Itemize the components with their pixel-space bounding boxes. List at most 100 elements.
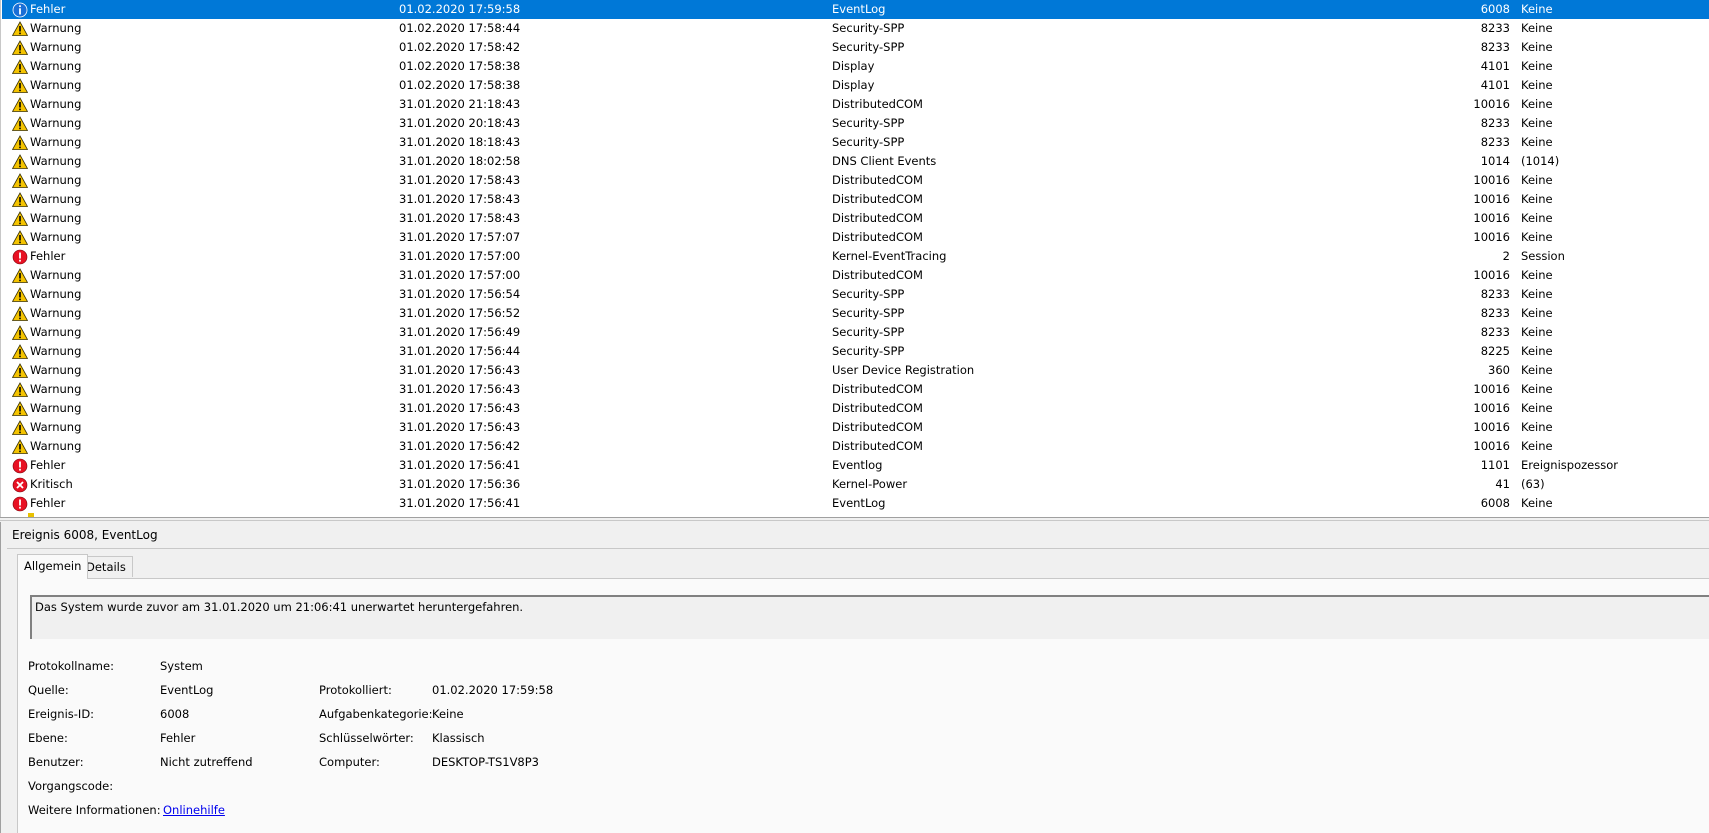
log-name-value: System bbox=[160, 659, 203, 673]
computer-value: DESKTOP-TS1V8P3 bbox=[432, 755, 539, 769]
event-id: 10016 bbox=[1473, 401, 1510, 415]
event-row[interactable]: Fehler 31.01.2020 17:56:41 EventLog 6008 Kei… bbox=[2, 494, 1709, 513]
event-category: (1014) bbox=[1521, 154, 1560, 168]
event-date: 31.01.2020 18:02:58 bbox=[399, 154, 521, 168]
user-value: Nicht zutreffend bbox=[160, 755, 253, 769]
event-id: 4101 bbox=[1480, 78, 1510, 92]
event-id: 10016 bbox=[1473, 173, 1510, 187]
event-row[interactable]: Warnung 31.01.2020 17:56:43 DistributedCOM… bbox=[2, 380, 1709, 399]
event-category: (63) bbox=[1521, 477, 1545, 491]
event-id: 8233 bbox=[1480, 135, 1510, 149]
logged-label: Protokolliert: bbox=[319, 683, 392, 697]
event-source: EventLog bbox=[832, 2, 886, 16]
event-date: 31.01.2020 17:57:00 bbox=[399, 268, 521, 282]
event-row[interactable]: Warnung 31.01.2020 17:56:43 User Device Re… bbox=[2, 361, 1709, 380]
event-message-box[interactable]: Das System wurde zuvor am 31.01.2020 um … bbox=[30, 595, 1709, 639]
event-category: Keine bbox=[1521, 382, 1553, 396]
event-row[interactable]: Warnung 31.01.2020 17:56:54 Security-SPP 82… bbox=[2, 285, 1709, 304]
event-category: Keine bbox=[1521, 420, 1553, 434]
event-category: Ereignispozessor bbox=[1521, 458, 1618, 472]
keywords-label: Schlüsselwörter: bbox=[319, 731, 414, 745]
event-date: 31.01.2020 17:57:07 bbox=[399, 230, 521, 244]
warning-icon bbox=[11, 268, 29, 284]
event-id: 6008 bbox=[1480, 496, 1510, 510]
event-row[interactable]: Warnung 31.01.2020 17:57:07 DistributedCOM… bbox=[2, 228, 1709, 247]
event-source: DistributedCOM bbox=[832, 211, 923, 225]
event-level: Warnung bbox=[30, 192, 82, 206]
event-id: 8233 bbox=[1480, 325, 1510, 339]
keywords-value: Klassisch bbox=[432, 731, 485, 745]
event-date: 31.01.2020 17:56:41 bbox=[399, 496, 521, 510]
event-source: Security-SPP bbox=[832, 116, 905, 130]
event-row[interactable]: Warnung 31.01.2020 17:57:00 DistributedCOM… bbox=[2, 266, 1709, 285]
event-date: 31.01.2020 17:56:54 bbox=[399, 287, 521, 301]
event-level: Warnung bbox=[30, 401, 82, 415]
event-row[interactable]: Warnung 01.02.2020 17:58:38 Display 4101 Kei… bbox=[2, 76, 1709, 95]
event-category: Keine bbox=[1521, 78, 1553, 92]
event-row[interactable]: Warnung 31.01.2020 17:58:43 DistributedCOM… bbox=[2, 209, 1709, 228]
event-row[interactable]: Warnung 31.01.2020 17:56:43 DistributedCOM… bbox=[2, 399, 1709, 418]
event-row[interactable]: Warnung 31.01.2020 20:18:43 Security-SPP 82… bbox=[2, 114, 1709, 133]
computer-label: Computer: bbox=[319, 755, 380, 769]
warning-icon bbox=[11, 154, 29, 170]
event-date: 31.01.2020 18:18:43 bbox=[399, 135, 521, 149]
event-id: 8233 bbox=[1480, 116, 1510, 130]
event-level: Fehler bbox=[30, 249, 66, 263]
event-row[interactable]: Warnung 01.02.2020 17:58:44 Security-SPP 82… bbox=[2, 19, 1709, 38]
opcode-label: Vorgangscode: bbox=[28, 779, 114, 793]
event-row[interactable]: Warnung 31.01.2020 17:56:43 DistributedCOM… bbox=[2, 418, 1709, 437]
event-date: 01.02.2020 17:58:38 bbox=[399, 78, 521, 92]
event-row[interactable]: Warnung 31.01.2020 18:18:43 Security-SPP 82… bbox=[2, 133, 1709, 152]
event-row[interactable]: Warnung 31.01.2020 17:56:44 Security-SPP 82… bbox=[2, 342, 1709, 361]
event-source: DistributedCOM bbox=[832, 268, 923, 282]
event-level: Warnung bbox=[30, 344, 82, 358]
event-row[interactable]: Warnung 31.01.2020 17:56:42 DistributedCOM… bbox=[2, 437, 1709, 456]
event-id-label: Ereignis-ID: bbox=[28, 707, 95, 721]
warning-icon bbox=[11, 363, 29, 379]
event-category: Keine bbox=[1521, 21, 1553, 35]
event-row[interactable]: Warnung 31.01.2020 21:18:43 DistributedCOM… bbox=[2, 95, 1709, 114]
event-id: 10016 bbox=[1473, 420, 1510, 434]
source-label: Quelle: bbox=[28, 683, 69, 697]
event-row[interactable]: Warnung 31.01.2020 17:56:52 Security-SPP 82… bbox=[2, 304, 1709, 323]
event-row[interactable]: Fehler 01.02.2020 17:59:58 EventLog 6008 Kei… bbox=[2, 0, 1709, 19]
event-level: Warnung bbox=[30, 268, 82, 282]
event-category: Keine bbox=[1521, 59, 1553, 73]
event-date: 31.01.2020 17:56:41 bbox=[399, 458, 521, 472]
event-source: DistributedCOM bbox=[832, 439, 923, 453]
level-value: Fehler bbox=[160, 731, 196, 745]
event-row[interactable]: Warnung 31.01.2020 17:58:43 DistributedCOM… bbox=[2, 171, 1709, 190]
event-source: Security-SPP bbox=[832, 21, 905, 35]
event-date: 01.02.2020 17:58:42 bbox=[399, 40, 521, 54]
error-icon bbox=[12, 496, 28, 512]
event-level: Fehler bbox=[30, 2, 66, 16]
event-level: Warnung bbox=[30, 97, 82, 111]
event-row[interactable]: Fehler 31.01.2020 17:57:00 Kernel-EventTra… bbox=[2, 247, 1709, 266]
event-level: Warnung bbox=[30, 78, 82, 92]
event-date: 31.01.2020 17:58:43 bbox=[399, 173, 521, 187]
event-detail-pane: Ereignis 6008, EventLog Allgemein Detail… bbox=[0, 522, 1709, 833]
event-id: 10016 bbox=[1473, 439, 1510, 453]
online-help-link[interactable]: Onlinehilfe bbox=[163, 803, 225, 817]
event-id: 8225 bbox=[1480, 344, 1510, 358]
event-source: Kernel-EventTracing bbox=[832, 249, 947, 263]
event-date: 31.01.2020 17:56:43 bbox=[399, 363, 521, 377]
level-label: Ebene: bbox=[28, 731, 68, 745]
event-source: DistributedCOM bbox=[832, 420, 923, 434]
event-category: Keine bbox=[1521, 344, 1553, 358]
event-row[interactable]: Warnung 01.02.2020 17:58:42 Security-SPP 82… bbox=[2, 38, 1709, 57]
event-row[interactable]: Warnung 31.01.2020 18:02:58 DNS Client Eve… bbox=[2, 152, 1709, 171]
event-row[interactable]: Kritisch 31.01.2020 17:56:36 Kernel-Power 4… bbox=[2, 475, 1709, 494]
tab-general[interactable]: Allgemein bbox=[17, 554, 89, 579]
event-row[interactable]: Warnung 31.01.2020 17:56:49 Security-SPP 82… bbox=[2, 323, 1709, 342]
warning-icon bbox=[11, 344, 29, 360]
event-source: Eventlog bbox=[832, 458, 883, 472]
event-row[interactable]: Warnung 31.01.2020 17:58:43 DistributedCOM… bbox=[2, 190, 1709, 209]
event-list[interactable]: Fehler 01.02.2020 17:59:58 EventLog 6008 Kei… bbox=[0, 0, 1709, 517]
event-id: 10016 bbox=[1473, 192, 1510, 206]
event-source: DNS Client Events bbox=[832, 154, 937, 168]
event-row[interactable]: Warnung 01.02.2020 17:58:38 Display 4101 Kei… bbox=[2, 57, 1709, 76]
event-date: 31.01.2020 17:56:42 bbox=[399, 439, 521, 453]
event-source: Security-SPP bbox=[832, 306, 905, 320]
event-row[interactable]: Fehler 31.01.2020 17:56:41 Eventlog 1101 Ere… bbox=[2, 456, 1709, 475]
